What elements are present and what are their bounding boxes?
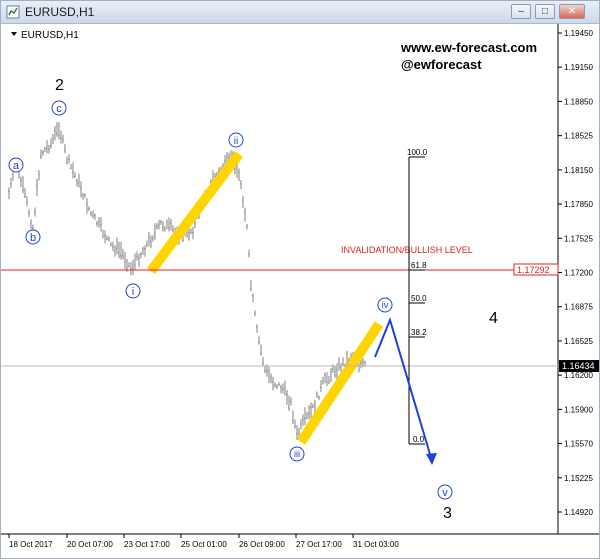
degree-label-3: 3 [443,505,452,522]
watermark-website: www.ew-forecast.com [400,40,537,55]
restore-button[interactable]: □ [535,4,555,19]
svg-text:c: c [56,103,62,115]
degree-label-2: 2 [55,77,64,94]
time-axis: 18 Oct 2017 20 Oct 07:00 23 Oct 17:00 25 Oc… [8,534,399,549]
price-tick-label: 1.15900 [564,405,593,414]
time-tick-label: 31 Oct 03:00 [353,540,399,549]
price-tick-label: 1.18525 [564,132,593,141]
price-tick-label: 1.17200 [564,269,593,278]
svg-text:iv: iv [382,300,389,310]
wave-label-v: v [437,484,453,500]
wave-label-iv: iv [377,297,393,313]
wave-label-a: a [8,157,24,173]
fib-label-100: 100.0 [407,148,428,157]
price-tick-label: 1.15225 [564,474,593,483]
current-price-tag: 1.16434 [562,361,595,371]
time-tick-label: 27 Oct 17:00 [296,540,342,549]
svg-text:b: b [30,232,36,244]
price-tick-label: 1.18150 [564,166,593,175]
svg-text:v: v [442,487,448,499]
time-tick-label: 25 Oct 01:00 [181,540,227,549]
invalidation-price-tag: 1.17292 [517,265,550,275]
svg-text:iii: iii [294,449,300,459]
svg-text:ii: ii [234,136,238,147]
price-tick-label: 1.17850 [564,200,593,209]
time-tick-label: 26 Oct 09:00 [239,540,285,549]
wave-label-i: i [125,283,141,299]
svg-text:i: i [132,286,134,298]
time-tick-label: 23 Oct 17:00 [124,540,170,549]
watermark-handle: @ewforecast [401,57,482,72]
window-title: EURUSD,H1 [25,5,95,19]
fib-label-50: 50.0 [411,294,427,303]
degree-label-4: 4 [489,310,498,327]
minimize-button[interactable]: – [511,4,531,19]
chart-icon [6,5,20,19]
price-tick-label: 1.19450 [564,29,593,38]
wave-label-iii: iii [289,446,305,462]
symbol-label: EURUSD,H1 [21,30,79,41]
time-tick-label: 18 Oct 2017 [9,540,53,549]
price-tick-label: 1.19150 [564,63,593,72]
fib-label-0: 0.0 [413,435,425,444]
price-tick-label: 1.16875 [564,303,593,312]
wave-label-b: b [25,229,41,245]
price-tick-label: 1.16525 [564,337,593,346]
close-button[interactable]: ✕ [559,4,585,19]
price-tick-label: 1.16200 [564,371,593,380]
price-tick-label: 1.14920 [564,508,593,517]
price-tick-label: 1.18850 [564,97,593,106]
chart-window: EURUSD,H1 – □ ✕ EURUSD,H1 www.ew-forecas… [0,0,600,559]
price-tick-label: 1.15570 [564,440,593,449]
window-titlebar[interactable]: EURUSD,H1 – □ ✕ [1,1,599,24]
price-axis: 1.19450 1.19150 1.18850 1.18525 1.18150 1.178… [558,29,593,517]
invalidation-label: INVALIDATION/BULLISH LEVEL [341,245,473,255]
price-chart[interactable]: EURUSD,H1 www.ew-forecast.com @ewforecas… [1,24,599,560]
wave-label-c: c [51,100,67,116]
time-tick-label: 20 Oct 07:00 [67,540,113,549]
price-tick-label: 1.17525 [564,234,593,243]
wave-label-ii: ii [228,132,244,148]
svg-text:a: a [13,160,20,172]
fib-label-382: 38.2 [411,328,427,337]
fib-label-618: 61.8 [411,261,427,270]
